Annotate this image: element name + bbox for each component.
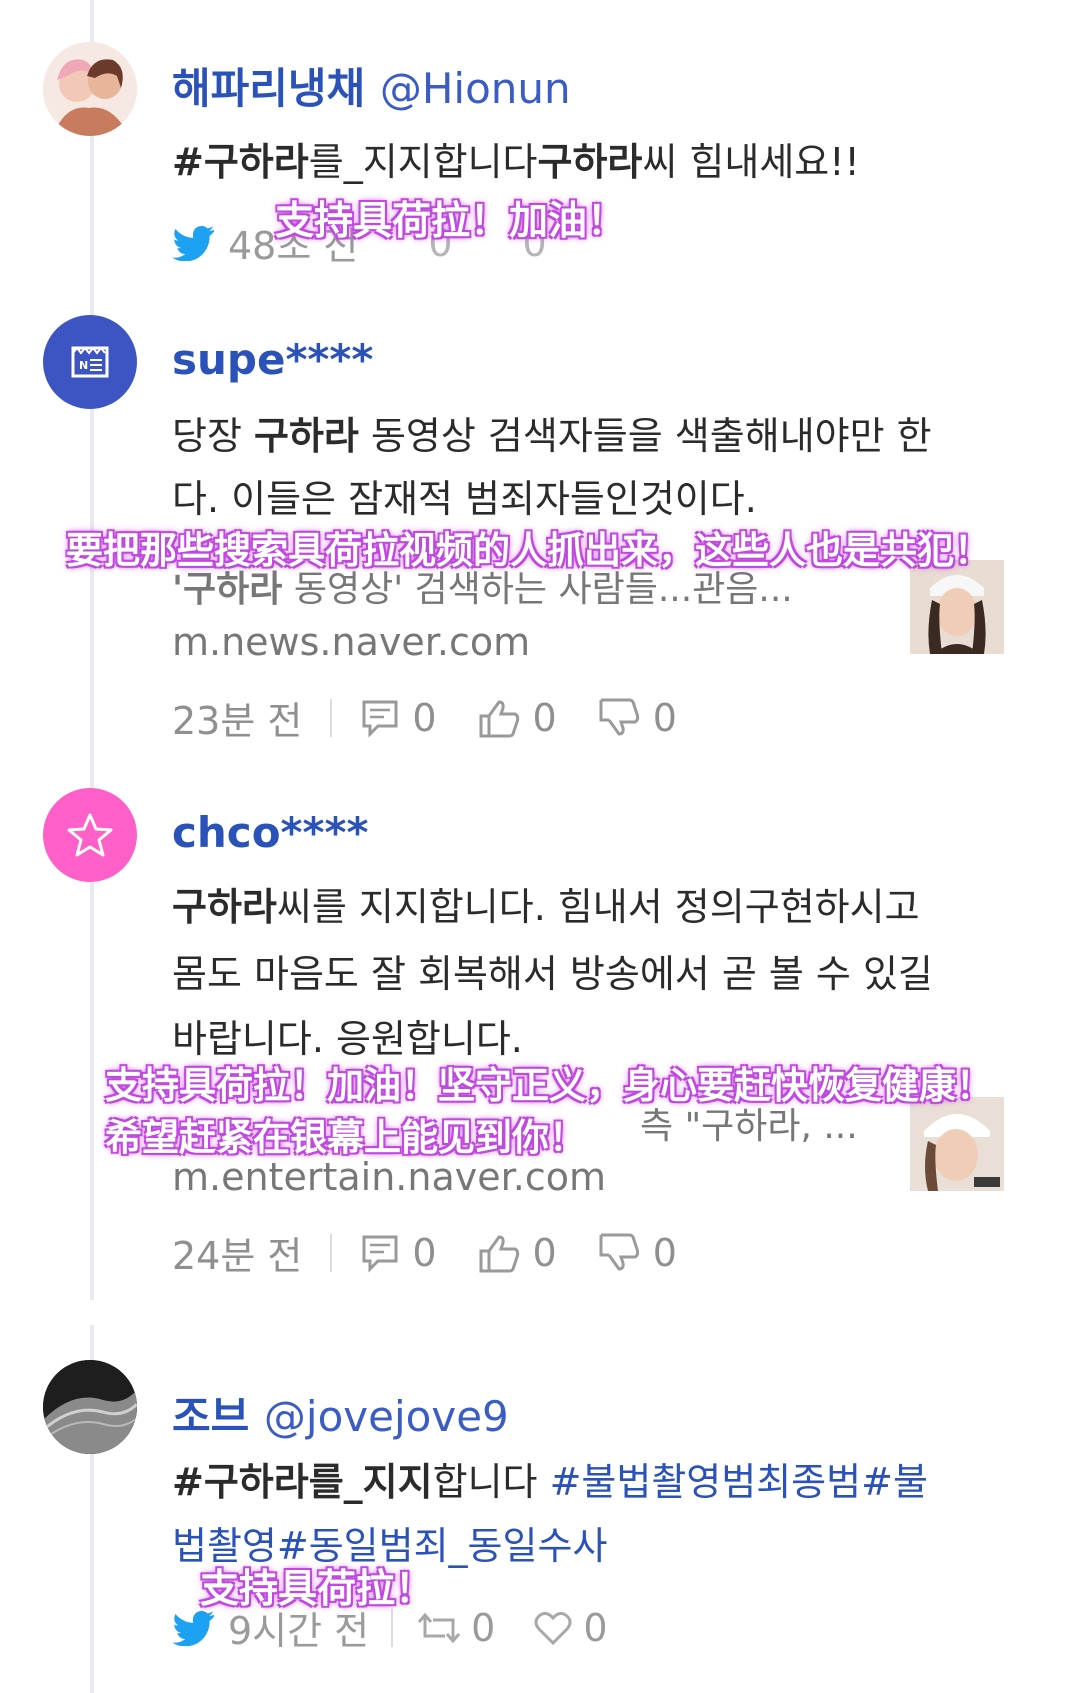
post-text-line: #구하라를_지지합니다 #불법촬영범최종범#불 <box>172 1460 928 1504</box>
retweet-icon <box>418 1612 461 1643</box>
post-meta: 23분 전 0 0 0 <box>172 690 717 745</box>
upvote-button[interactable]: 0 <box>477 1231 557 1275</box>
comment-button[interactable]: 0 <box>360 696 437 740</box>
translation-caption: 支持具荷拉！ <box>200 1567 435 1612</box>
downvote-button[interactable]: 0 <box>597 696 677 740</box>
link-thumbnail[interactable] <box>910 1097 1004 1191</box>
hashtag-link[interactable]: #불법촬영범최종범#불 <box>550 1460 928 1504</box>
divider <box>330 1233 333 1272</box>
divider <box>330 698 333 737</box>
person-photo-icon <box>910 1097 1004 1191</box>
translation-caption: 支持具荷拉！加油！ <box>275 199 627 244</box>
news-icon: N <box>71 346 109 378</box>
translation-caption: 支持具荷拉！加油！坚守正义，身心要赶快恢复健康！ <box>105 1064 993 1107</box>
star-icon <box>67 813 113 857</box>
user-avatar[interactable]: N <box>43 315 137 409</box>
user-handle[interactable]: @Hionun <box>380 64 571 113</box>
link-domain[interactable]: m.entertain.naver.com <box>172 1155 606 1199</box>
svg-text:N: N <box>79 359 88 372</box>
anime-avatar-icon <box>43 42 137 136</box>
link-domain[interactable]: m.news.naver.com <box>172 620 530 664</box>
username[interactable]: 조브 @jovejove9 <box>172 1383 509 1444</box>
post-text-line: 구하라씨를 지지합니다. 힘내서 정의구현하시고 <box>172 885 920 929</box>
thumbs-up-icon <box>479 699 519 737</box>
user-avatar[interactable] <box>43 788 137 882</box>
username[interactable]: 해파리냉채 @Hionun <box>172 55 571 116</box>
book-photo-icon <box>43 1360 137 1454</box>
twitter-bird-icon <box>172 225 214 261</box>
thumbs-down-icon <box>599 1233 639 1271</box>
twitter-bird-icon <box>172 1610 214 1646</box>
translation-caption: 希望赶紧在银幕上能见到你！ <box>105 1116 586 1159</box>
translation-caption: 要把那些搜索具荷拉视频的人抓出来，这些人也是共犯！ <box>66 529 991 572</box>
username[interactable]: chco**** <box>172 808 368 857</box>
user-avatar[interactable] <box>43 42 137 136</box>
post-time: 24분 전 <box>172 1234 303 1278</box>
comment-icon <box>362 700 398 738</box>
like-button[interactable]: 0 <box>533 1606 608 1650</box>
thumbs-down-icon <box>599 698 639 736</box>
comment-icon <box>362 1235 398 1273</box>
link-thumbnail[interactable] <box>910 560 1004 654</box>
user-avatar[interactable] <box>43 1360 137 1454</box>
person-photo-icon <box>910 560 1004 654</box>
user-handle[interactable]: @jovejove9 <box>264 1392 509 1441</box>
post-text-line: 몸도 마음도 잘 회복해서 방송에서 곧 볼 수 있길 <box>172 952 933 996</box>
upvote-button[interactable]: 0 <box>477 696 557 740</box>
post-text: #구하라를_지지합니다구하라씨 힘내세요!! <box>172 140 860 184</box>
comment-button[interactable]: 0 <box>360 1231 437 1275</box>
heart-icon <box>534 1611 572 1645</box>
timeline-line <box>90 0 94 1300</box>
thumbs-up-icon <box>479 1234 519 1272</box>
username[interactable]: supe**** <box>172 335 373 384</box>
post-meta: 24분 전 0 0 0 <box>172 1225 717 1280</box>
post-text-line: 당장 구하라 동영상 검색자들을 색출해내야만 한 <box>172 414 932 458</box>
downvote-button[interactable]: 0 <box>597 1231 677 1275</box>
divider <box>391 1608 394 1647</box>
post-time: 23분 전 <box>172 699 303 743</box>
